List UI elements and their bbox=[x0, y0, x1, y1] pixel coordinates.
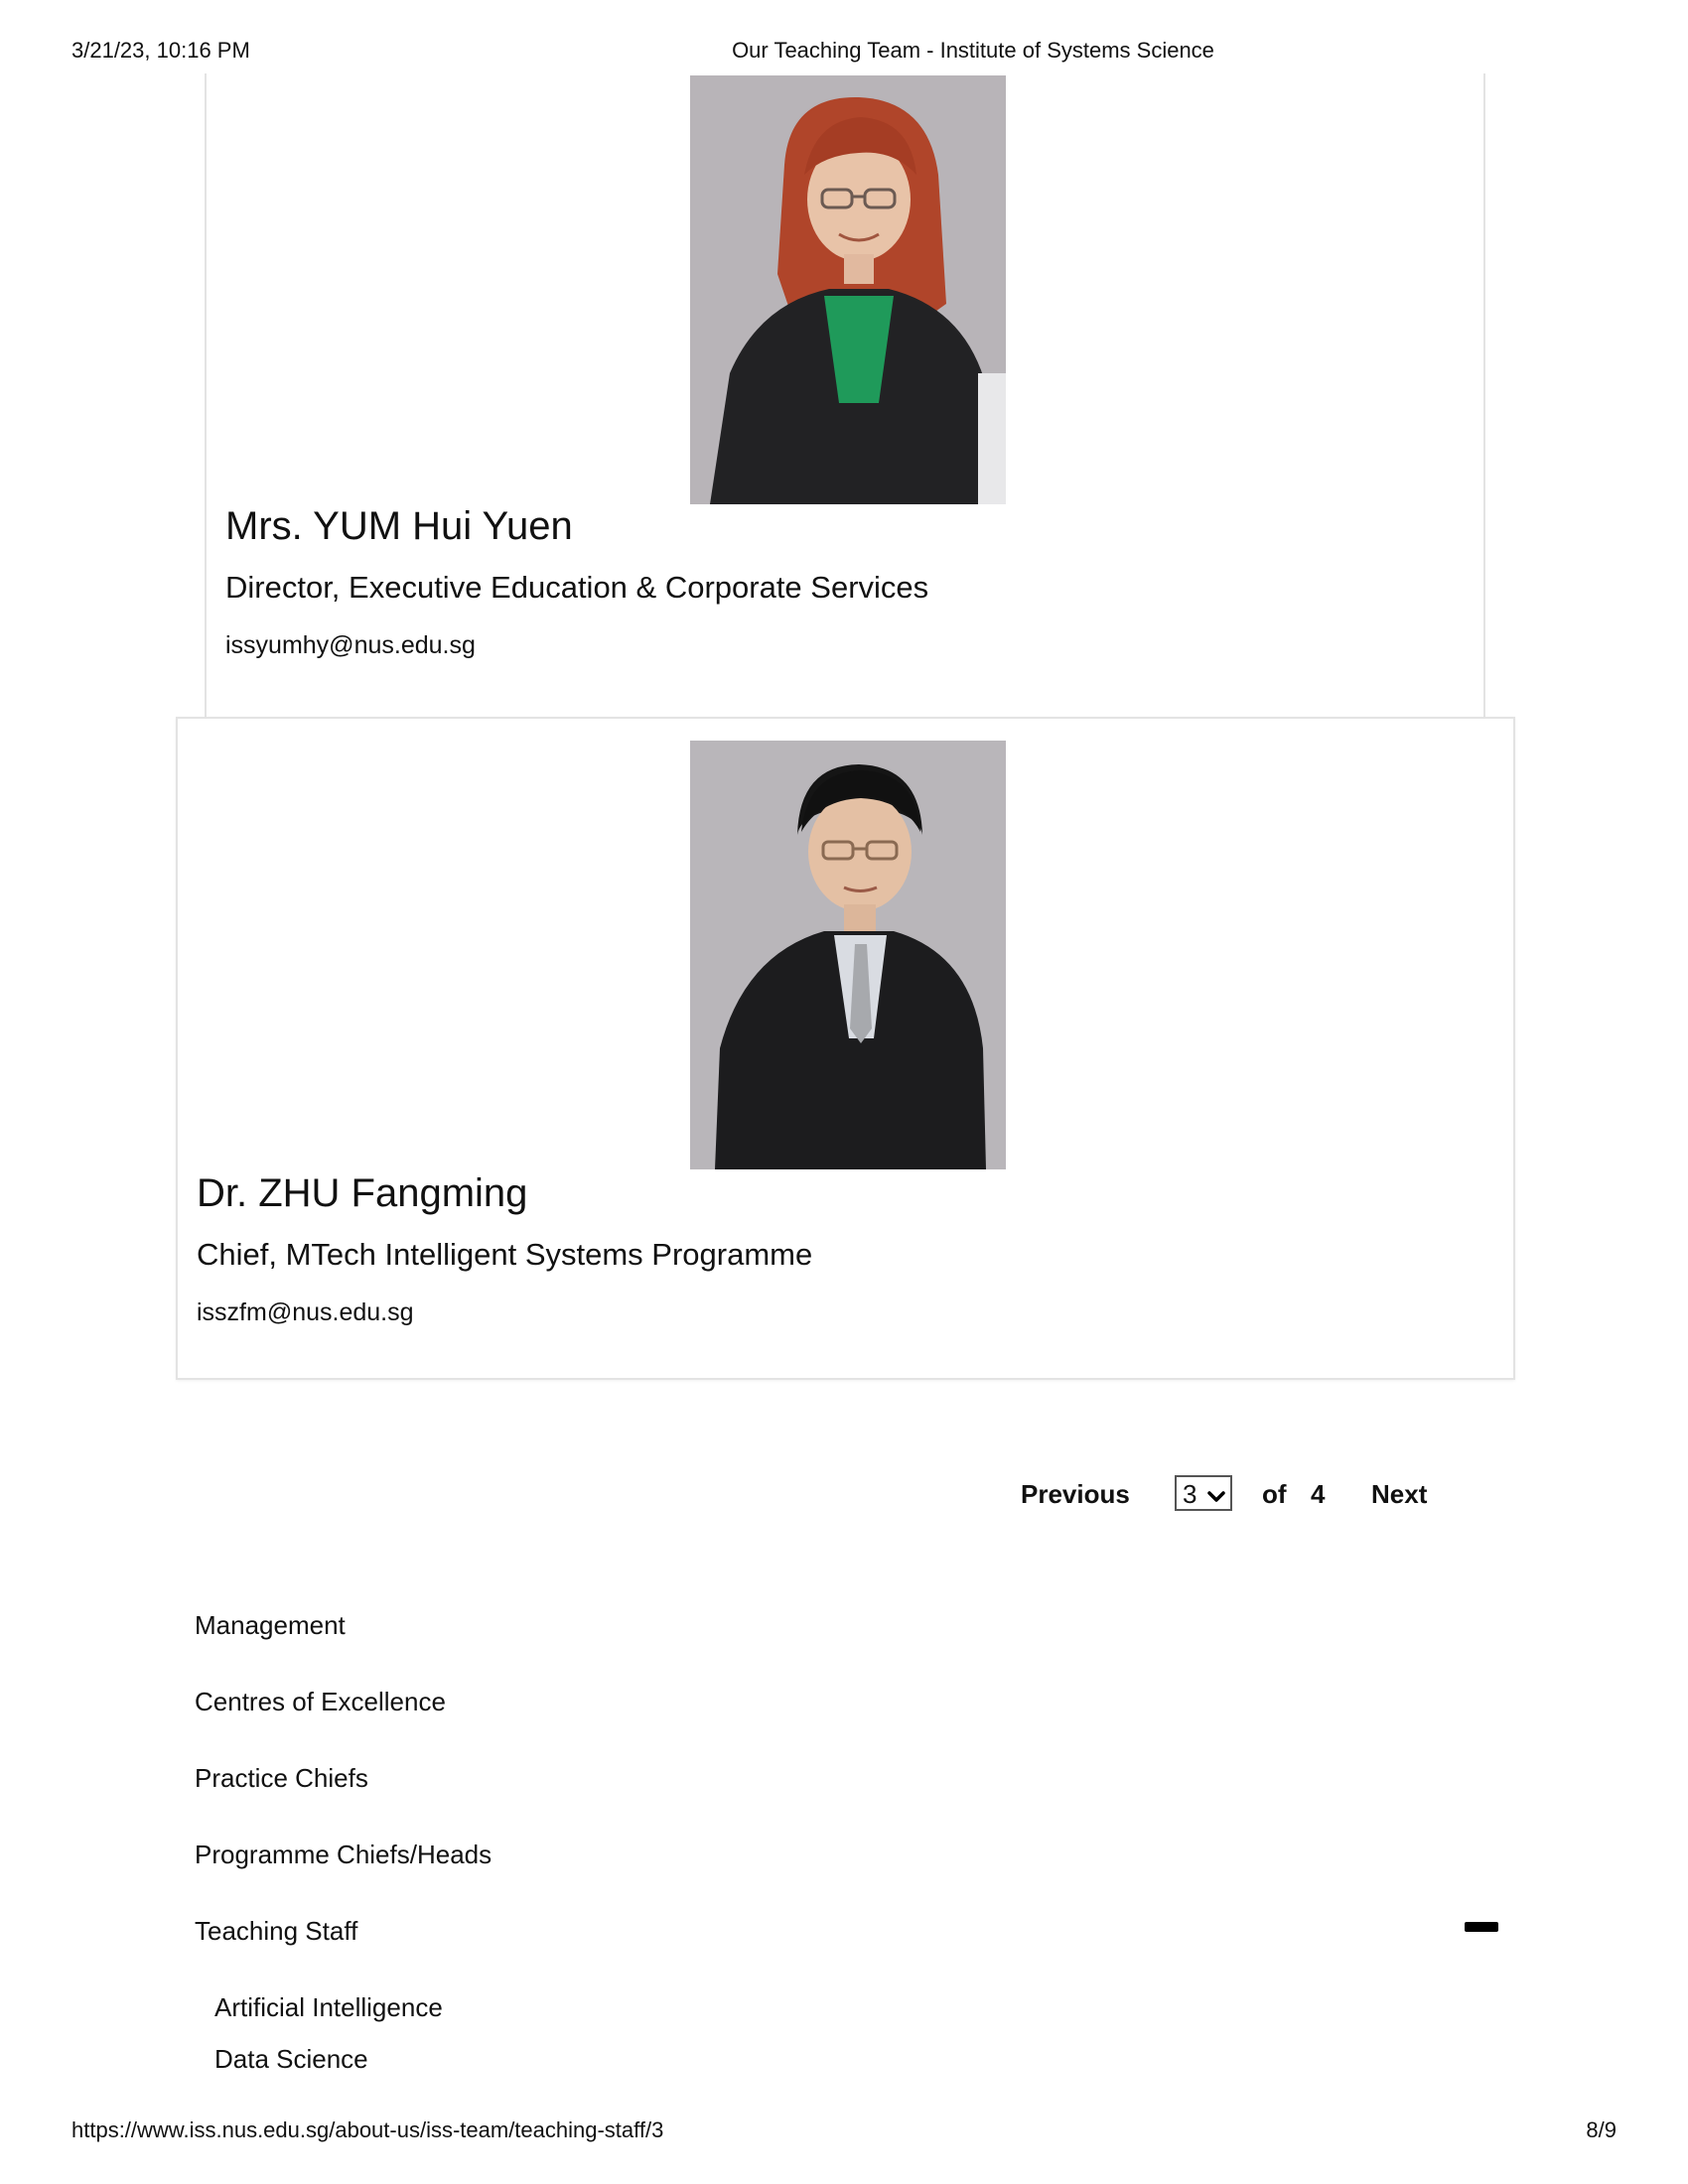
staff-email[interactable]: issyumhy@nus.edu.sg bbox=[225, 631, 476, 660]
print-url: https://www.iss.nus.edu.sg/about-us/iss-… bbox=[71, 2117, 664, 2142]
nav-item-management[interactable]: Management bbox=[195, 1610, 346, 1641]
next-page-link[interactable]: Next bbox=[1371, 1479, 1427, 1510]
print-page-number: 8/9 bbox=[1586, 2117, 1617, 2142]
page-select-value: 3 bbox=[1183, 1479, 1197, 1509]
portrait-photo-icon bbox=[690, 741, 1006, 1169]
nav-item-teaching-staff[interactable]: Teaching Staff bbox=[195, 1916, 357, 1947]
chevron-down-icon bbox=[1206, 1483, 1226, 1514]
portrait-photo-icon bbox=[690, 75, 1006, 504]
nav-subitem-artificial-intelligence[interactable]: Artificial Intelligence bbox=[214, 1992, 443, 2023]
page-total: 4 bbox=[1311, 1479, 1326, 1509]
staff-card: Dr. ZHU Fangming Chief, MTech Intelligen… bbox=[176, 717, 1515, 1380]
previous-page-link[interactable]: Previous bbox=[1021, 1479, 1130, 1510]
minus-icon[interactable] bbox=[1465, 1922, 1498, 1932]
staff-email[interactable]: isszfm@nus.edu.sg bbox=[197, 1298, 414, 1327]
staff-name: Dr. ZHU Fangming bbox=[197, 1171, 528, 1215]
nav-item-centres-of-excellence[interactable]: Centres of Excellence bbox=[195, 1687, 446, 1717]
print-header: 3/21/23, 10:16 PM Our Teaching Team - In… bbox=[71, 38, 1617, 68]
page-select[interactable]: 3 bbox=[1175, 1475, 1232, 1511]
print-page-title: Our Teaching Team - Institute of Systems… bbox=[732, 38, 1214, 63]
staff-role: Director, Executive Education & Corporat… bbox=[225, 570, 929, 605]
staff-card: Mrs. YUM Hui Yuen Director, Executive Ed… bbox=[205, 73, 1485, 717]
staff-name: Mrs. YUM Hui Yuen bbox=[225, 504, 573, 548]
page-of-label: of bbox=[1262, 1479, 1287, 1509]
staff-photo bbox=[690, 75, 1006, 504]
print-footer: https://www.iss.nus.edu.sg/about-us/iss-… bbox=[71, 2117, 1617, 2147]
staff-photo bbox=[690, 741, 1006, 1169]
nav-item-practice-chiefs[interactable]: Practice Chiefs bbox=[195, 1763, 368, 1794]
staff-role: Chief, MTech Intelligent Systems Program… bbox=[197, 1237, 813, 1272]
nav-item-programme-chiefs[interactable]: Programme Chiefs/Heads bbox=[195, 1840, 492, 1870]
nav-subitem-data-science[interactable]: Data Science bbox=[214, 2044, 368, 2075]
